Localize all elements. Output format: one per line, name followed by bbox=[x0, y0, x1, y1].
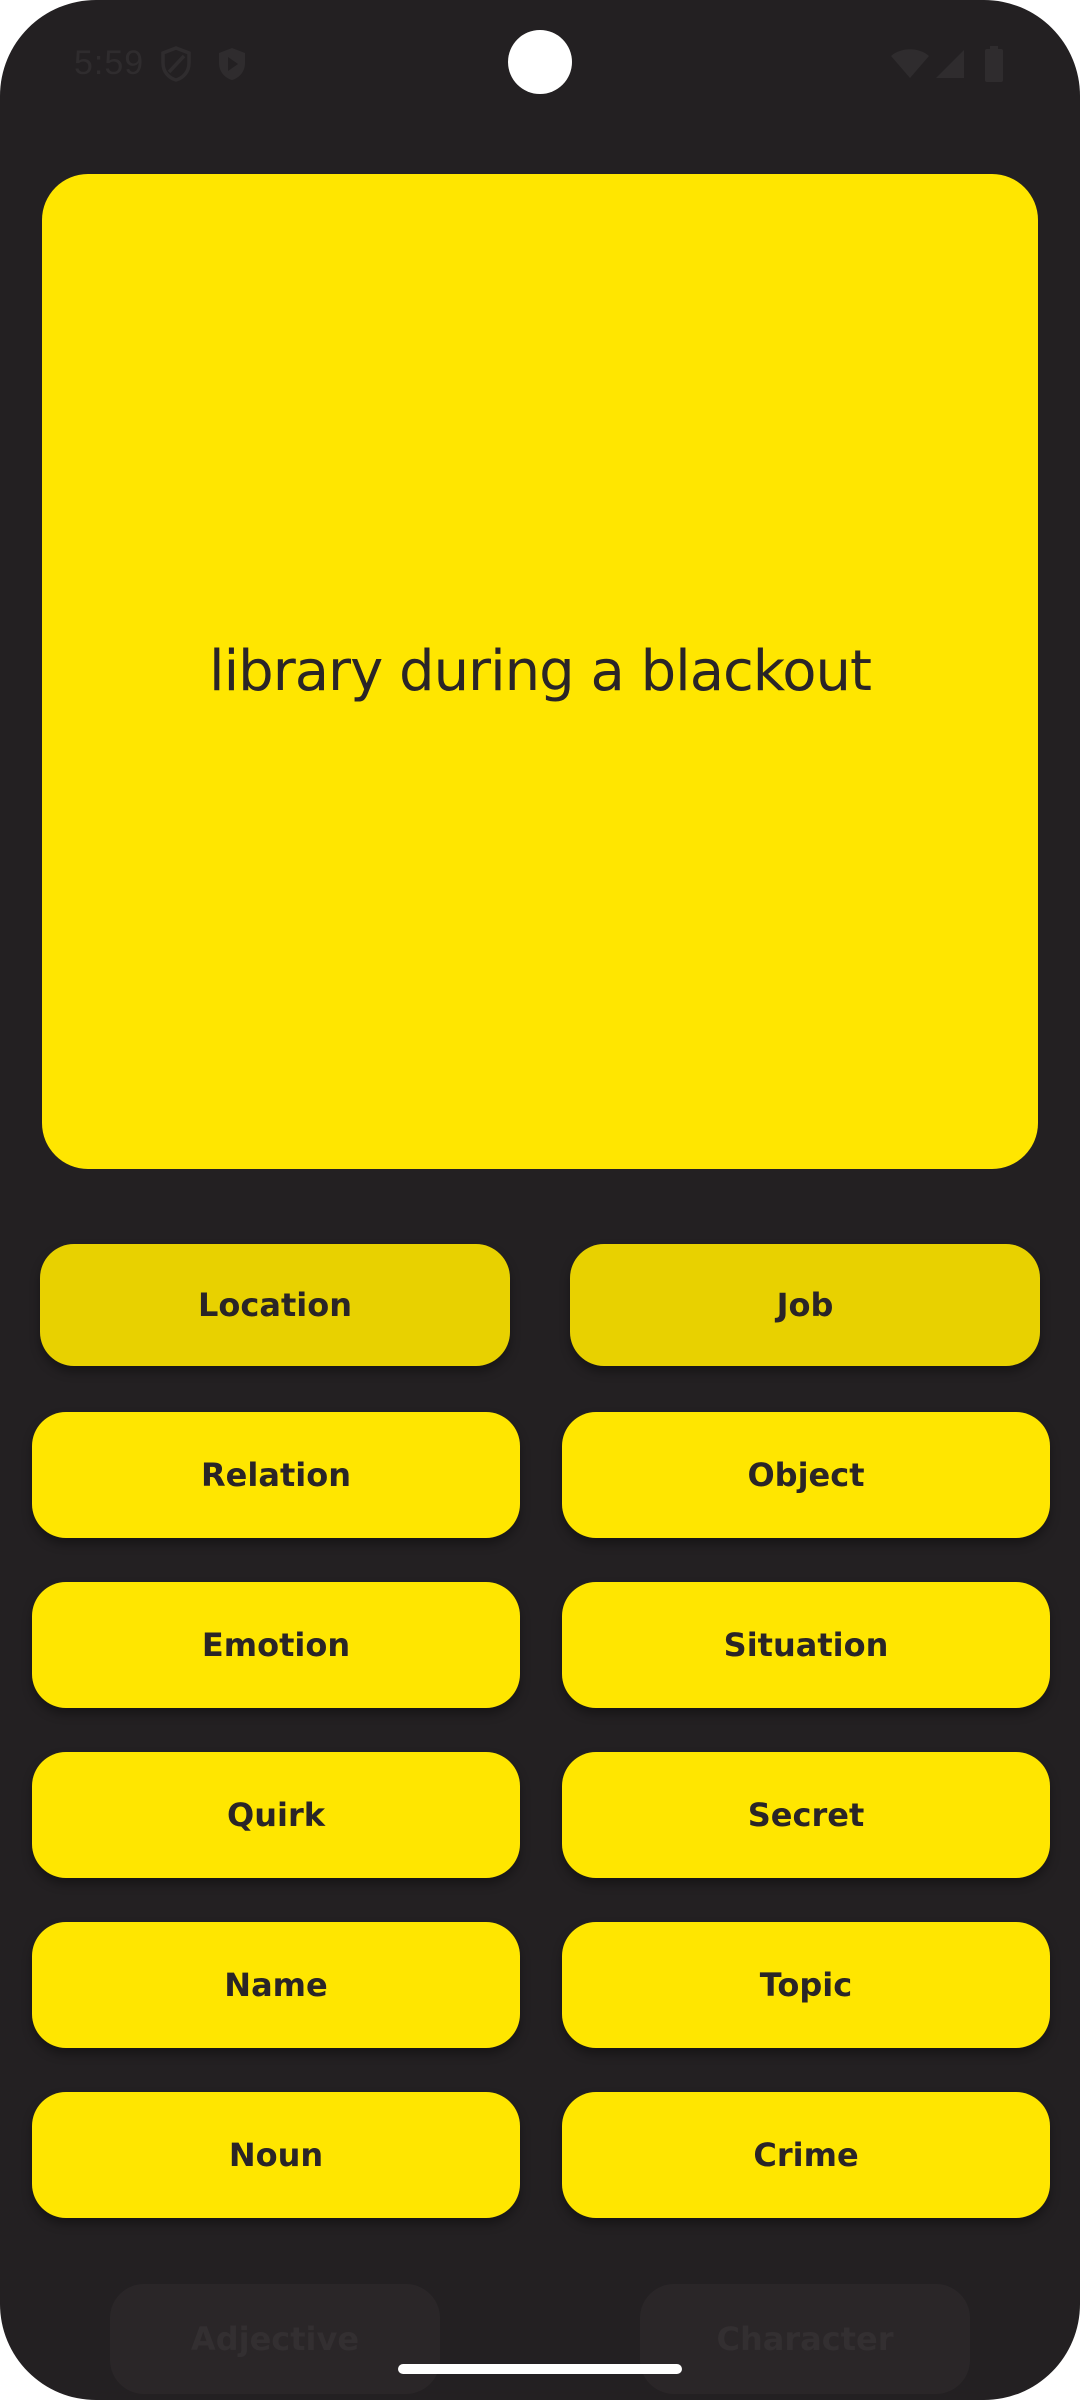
category-label: Quirk bbox=[226, 1796, 325, 1834]
category-button-noun[interactable]: Noun bbox=[32, 2092, 520, 2218]
category-label: Situation bbox=[723, 1626, 889, 1664]
category-button-secret[interactable]: Secret bbox=[562, 1752, 1050, 1878]
battery-icon bbox=[984, 46, 1004, 86]
category-label: Character bbox=[716, 2320, 894, 2358]
category-button-job[interactable]: Job bbox=[570, 1244, 1040, 1366]
category-button-location[interactable]: Location bbox=[40, 1244, 510, 1366]
category-label: Location bbox=[198, 1286, 352, 1324]
category-label: Job bbox=[776, 1286, 834, 1324]
category-button-emotion[interactable]: Emotion bbox=[32, 1582, 520, 1708]
category-label: Crime bbox=[753, 2136, 859, 2174]
category-label: Name bbox=[224, 1966, 328, 2004]
category-button-object[interactable]: Object bbox=[562, 1412, 1050, 1538]
category-label: Topic bbox=[759, 1966, 853, 2004]
category-button-topic[interactable]: Topic bbox=[562, 1922, 1050, 2048]
category-button-relation[interactable]: Relation bbox=[32, 1412, 520, 1538]
camera-cutout bbox=[508, 30, 572, 94]
category-button-crime[interactable]: Crime bbox=[562, 2092, 1050, 2218]
category-label: Object bbox=[747, 1456, 865, 1494]
category-button-situation[interactable]: Situation bbox=[562, 1582, 1050, 1708]
wifi-icon bbox=[890, 48, 930, 84]
home-indicator[interactable] bbox=[398, 2364, 682, 2374]
category-label: Secret bbox=[747, 1796, 865, 1834]
category-label: Emotion bbox=[201, 1626, 351, 1664]
status-time: 5:59 bbox=[74, 44, 145, 82]
category-button-name[interactable]: Name bbox=[32, 1922, 520, 2048]
prompt-text: library during a blackout bbox=[209, 639, 872, 704]
category-label: Noun bbox=[228, 2136, 324, 2174]
category-label: Adjective bbox=[190, 2320, 360, 2358]
phone-screen: 5:59 library during a blackout Location … bbox=[0, 0, 1080, 2400]
status-bar: 5:59 bbox=[0, 0, 1080, 130]
category-button-adjective[interactable]: Adjective bbox=[110, 2284, 440, 2394]
signal-icon bbox=[934, 48, 966, 84]
category-button-quirk[interactable]: Quirk bbox=[32, 1752, 520, 1878]
category-button-character[interactable]: Character bbox=[640, 2284, 970, 2394]
category-label: Relation bbox=[201, 1456, 351, 1494]
shield-icon bbox=[160, 46, 192, 86]
prompt-card[interactable]: library during a blackout bbox=[42, 174, 1038, 1169]
play-protect-icon bbox=[216, 46, 248, 86]
